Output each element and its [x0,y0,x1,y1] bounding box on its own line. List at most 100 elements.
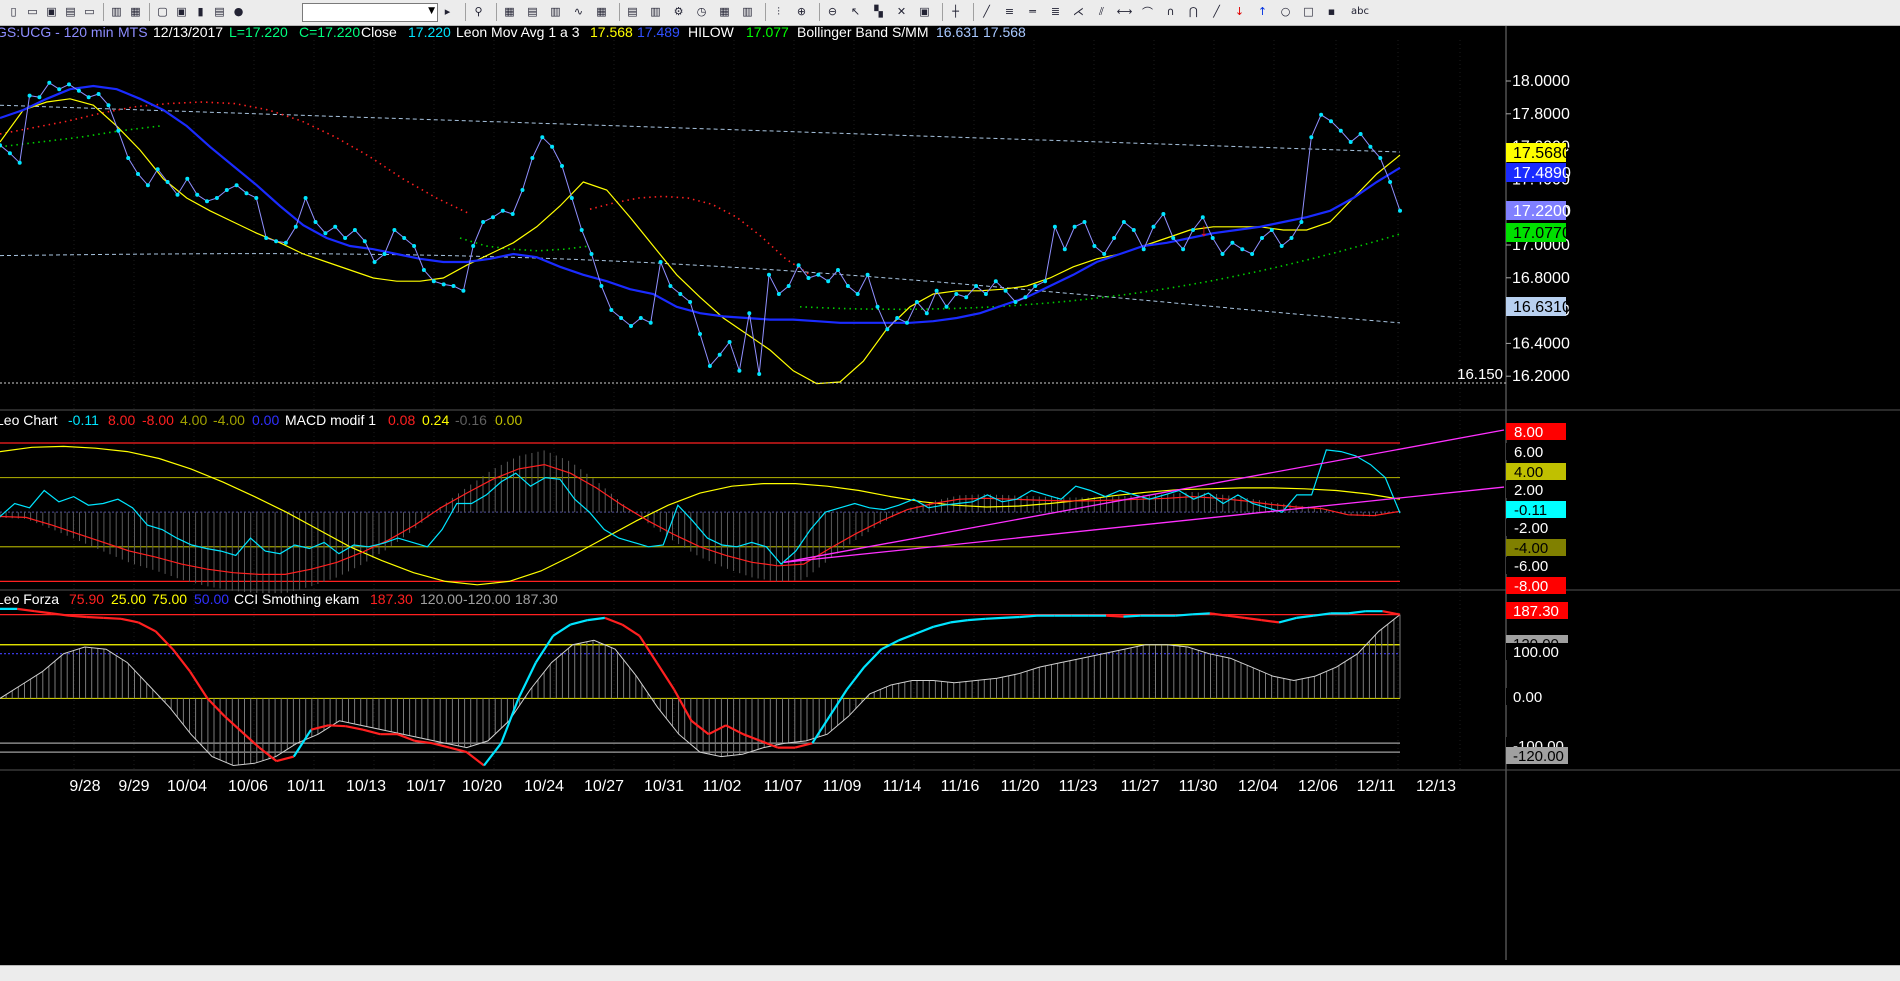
close-price-point [17,160,22,165]
y-tick-label: 17.8000 [1512,106,1570,123]
close-price-point [1181,247,1186,252]
leo-forza-name: Leo Forza [0,591,59,607]
open-icon[interactable]: ▭ [25,4,40,19]
close-price-point [264,236,269,240]
bracket2-icon[interactable]: ⋂ [1186,4,1201,19]
close-price-point [1220,252,1225,256]
window-icon[interactable]: ▢ [155,4,170,19]
close-price-point [688,300,693,304]
pen-icon[interactable]: ╱ [1209,4,1224,19]
histogram-icon[interactable]: ▥ [740,4,755,19]
alarm-icon[interactable]: ◷ [694,4,709,19]
settings-icon[interactable]: ⚙ [671,4,686,19]
close-price-point [116,128,121,133]
close-price-point [510,212,515,216]
new-icon[interactable]: ▯ [6,4,21,19]
new-chart-icon[interactable]: ▤ [63,4,78,19]
bar-chart-icon[interactable]: ▥ [648,4,663,19]
y-tick-label: -2.00 [1514,520,1548,537]
crosshair-icon[interactable]: ┼ [948,4,963,19]
window-new-icon[interactable]: ▣ [174,4,189,19]
print-icon[interactable]: ▦ [128,4,143,19]
leon-value-1: 17.568 [590,26,633,40]
close-price-point [86,95,91,100]
close-price-point [914,300,919,304]
snapshot-icon[interactable]: ▣ [917,4,932,19]
gann-icon[interactable]: ⋌ [1071,4,1086,19]
close-price-point [816,272,821,277]
close-price-point [126,156,131,160]
folder-icon[interactable]: ▭ [82,4,97,19]
close-price-point [1171,236,1176,240]
x-axis-date-label: 10/13 [346,778,386,795]
hlines-icon[interactable]: ≡ [1002,4,1017,19]
close-price-point [983,292,988,296]
zoom-in-icon[interactable]: ⊕ [794,4,809,19]
indicator-icon[interactable]: ∿ [571,4,586,19]
copy-icon[interactable]: ▤ [212,4,227,19]
arrow-icon[interactable]: ⟷ [1117,4,1133,19]
zoom-out-icon[interactable]: ⊖ [825,4,840,19]
close-price-point [293,224,298,229]
close-price-point [865,272,870,277]
x-axis-date-label: 10/04 [167,778,207,795]
chevron-down-icon[interactable]: ▼ [428,6,435,16]
chart-type-icon[interactable]: ▤ [625,4,640,19]
close-price-point [106,103,111,108]
square-icon[interactable]: □ [1301,4,1316,19]
x-axis-date-label: 9/28 [69,778,100,795]
close-price-point [491,215,495,220]
lock-icon[interactable]: ▮ [193,4,208,19]
close-series-name: Close [361,26,397,40]
cci-value-4: 187.30 [515,591,558,607]
bars-icon[interactable]: ▦ [717,4,732,19]
reference-line-label: 16.150 [1457,366,1503,383]
play-icon[interactable]: ▸ [440,4,455,19]
cycle-icon[interactable]: ∩ [1163,4,1178,19]
close-price-point [1082,220,1087,224]
x-axis-date-label: 10/24 [524,778,564,795]
print-preview-icon[interactable]: ▥ [109,4,124,19]
close-price-point [944,304,949,309]
close-price-point [530,156,535,160]
grid-icon[interactable]: ▦ [502,4,517,19]
pointer-icon[interactable]: ↖ [848,4,863,19]
leo-forza-line-segment [1106,614,1124,618]
price-marker-label: 16.6310 [1513,299,1571,316]
hline-icon[interactable]: ═ [1025,4,1040,19]
down-arrow-icon[interactable]: ↓ [1232,4,1247,19]
text-icon[interactable]: ▪ [1324,4,1339,19]
close-price-point [1191,228,1195,232]
close-price-point [836,268,840,272]
template-icon[interactable]: ▦ [594,4,609,19]
channel-icon[interactable]: ⫽ [1094,4,1109,19]
close-price-point [638,316,643,320]
save-icon[interactable]: ▣ [44,4,59,19]
chart-area[interactable]: ↓16.15018.000017.800017.600017.400017.20… [0,26,1900,965]
x-axis-date-label: 10/20 [462,778,502,795]
close-price-point [934,288,939,293]
close-price-point [1348,140,1353,144]
trendline-icon[interactable]: ╱ [979,4,994,19]
tools-icon[interactable]: ✕ [894,4,909,19]
bracket-icon[interactable]: ⫶ [771,4,786,19]
close-price-point [1269,228,1274,232]
close-price-point [1102,252,1107,256]
fibonacci-icon[interactable]: ≣ [1048,4,1063,19]
globe-icon[interactable]: ● [231,4,246,19]
cursor-data-icon[interactable]: ▚ [871,4,886,19]
text-tool-button[interactable]: abc [1349,4,1371,19]
y-tick-label: 8.00 [1514,424,1543,441]
y-tick-label: -6.00 [1514,558,1548,575]
sell-signal-arrow-icon: ↓ [1200,220,1209,240]
circle-icon[interactable]: ○ [1278,4,1293,19]
up-arrow-icon[interactable]: ↑ [1255,4,1270,19]
find-icon[interactable]: ⚲ [471,4,486,19]
arc-icon[interactable]: ⌒ [1140,4,1155,19]
book-icon[interactable]: ▥ [548,4,563,19]
layout-icon[interactable]: ▤ [525,4,540,19]
symbol-combo[interactable]: ▼ [302,3,438,22]
macd-name: MACD modif 1 [285,412,376,428]
x-axis-date-label: 11/30 [1179,778,1218,795]
toolbar: ▯ ▭ ▣ ▤ ▭ ▥ ▦ ▢ ▣ ▮ ▤ ● ▸ ⚲ ▦ ▤ ▥ ∿ ▦ ▤ ▥ ⚙ ◷ ▦ ▥ ⫶ ⊕ ⊖ ↖ ▚ ✕ ▣ ┼ ╱ ≡ ═ ≣ ⋌ ⫽ ⟷… [0,0,1900,26]
